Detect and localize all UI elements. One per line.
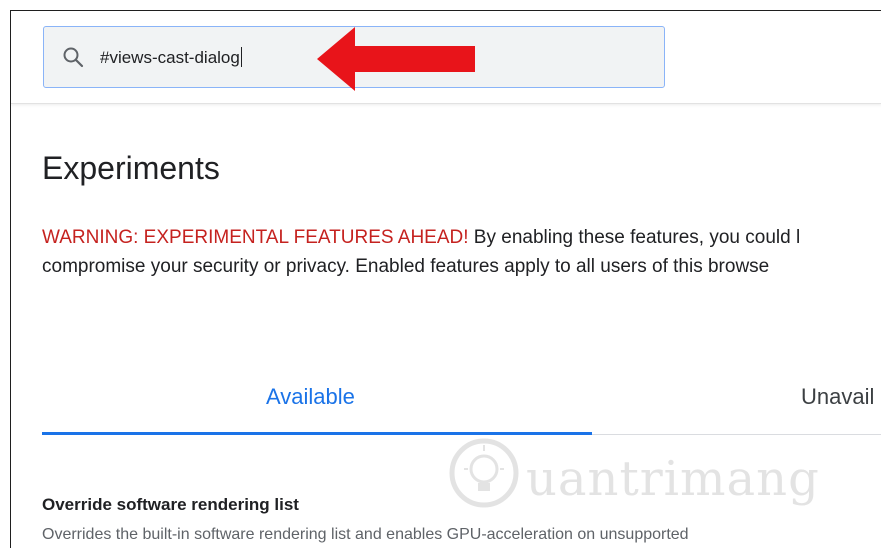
warning-text-line2: compromise your security or privacy. Ena… [42, 256, 770, 277]
lightbulb-logo-icon [449, 438, 519, 508]
warning-heading: WARNING: EXPERIMENTAL FEATURES AHEAD! [42, 227, 469, 248]
page-title: Experiments [42, 150, 220, 186]
warning-text-line1: By enabling these features, you could l [468, 227, 801, 248]
text-caret [240, 47, 242, 67]
red-arrow-annotation-icon [317, 27, 475, 91]
flag-description: Overrides the built-in software renderin… [42, 526, 689, 543]
browser-page: #views-cast-dialog Experiments WARNING: … [10, 10, 881, 548]
watermark: uantrimang [446, 431, 819, 521]
search-input-value: #views-cast-dialog [100, 47, 242, 67]
experiments-warning: WARNING: EXPERIMENTAL FEATURES AHEAD! By… [42, 223, 881, 281]
watermark-text: uantrimang [526, 451, 820, 507]
search-icon [62, 46, 84, 68]
tab-available[interactable]: Available [266, 384, 355, 410]
tab-unavailable[interactable]: Unavail [801, 384, 874, 410]
flag-title: Override software rendering list [42, 495, 299, 514]
